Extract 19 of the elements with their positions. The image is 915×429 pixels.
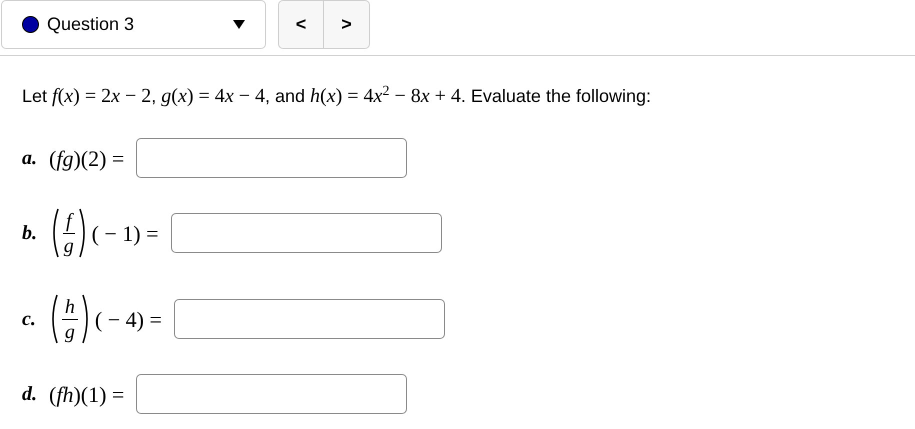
math-expression: (fh)(1) = — [49, 380, 124, 409]
fraction: h g — [58, 294, 81, 344]
question-dropdown[interactable]: Question 3 — [1, 0, 266, 49]
part-label: d. — [22, 382, 37, 407]
math-expression: ( − 1) = — [92, 220, 159, 248]
math-expression: (fg)(2) = — [49, 144, 124, 173]
answer-field[interactable] — [136, 138, 408, 178]
question-prompt: Let f(x) = 2x − 2, g(x) = 4x − 4, and h(x) = 4x$^{2}$ − 8x + 4. Evaluate the following: — [21, 83, 652, 109]
part-label: c. — [22, 307, 36, 332]
fraction: f g — [62, 208, 76, 258]
part-label: a. — [22, 146, 37, 171]
answer-field[interactable] — [136, 374, 408, 414]
caret-icon — [233, 20, 245, 29]
previous-button[interactable]: < — [279, 1, 324, 48]
part-label: b. — [22, 221, 37, 246]
answer-field[interactable] — [170, 213, 442, 253]
math-expression: ( − 4) = — [94, 306, 162, 334]
next-button[interactable]: > — [324, 1, 369, 48]
answer-field[interactable] — [174, 299, 445, 339]
